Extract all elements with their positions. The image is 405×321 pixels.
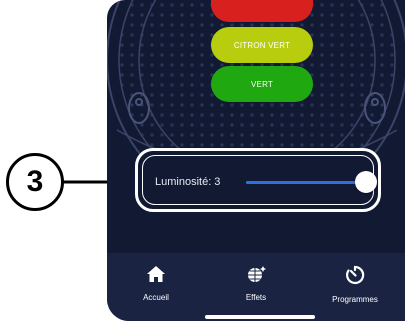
tab-effets[interactable]: Effets bbox=[211, 265, 301, 305]
disco-ball-icon bbox=[248, 266, 266, 282]
tab-label-accueil: Accueil bbox=[143, 293, 169, 302]
brightness-slider-fill bbox=[246, 181, 366, 184]
bottom-tab-bar: Accueil Effets Programmes bbox=[107, 253, 405, 321]
brightness-label: Luminosité: 3 bbox=[155, 176, 221, 188]
app-screen: CITRON VERT VERT Luminosité: 3 Accueil E… bbox=[107, 0, 405, 321]
brightness-slider-frame: Luminosité: 3 bbox=[142, 155, 377, 205]
home-icon bbox=[147, 266, 165, 282]
brightness-slider-card: Luminosité: 3 bbox=[135, 148, 381, 212]
tab-programmes[interactable]: Programmes bbox=[310, 265, 400, 307]
callout-number: 3 bbox=[26, 165, 44, 198]
color-button-red[interactable] bbox=[211, 0, 313, 22]
brightness-slider-knob[interactable] bbox=[355, 171, 377, 193]
color-button-vert[interactable]: VERT bbox=[211, 66, 313, 102]
timer-icon bbox=[346, 265, 365, 285]
brightness-slider-track[interactable] bbox=[246, 171, 377, 193]
home-indicator bbox=[205, 315, 315, 319]
tab-accueil[interactable]: Accueil bbox=[111, 265, 201, 305]
color-button-citron-vert[interactable]: CITRON VERT bbox=[211, 27, 313, 63]
tab-label-programmes: Programmes bbox=[332, 295, 378, 304]
tab-label-effets: Effets bbox=[245, 293, 267, 302]
callout-number-badge: 3 bbox=[6, 153, 64, 211]
